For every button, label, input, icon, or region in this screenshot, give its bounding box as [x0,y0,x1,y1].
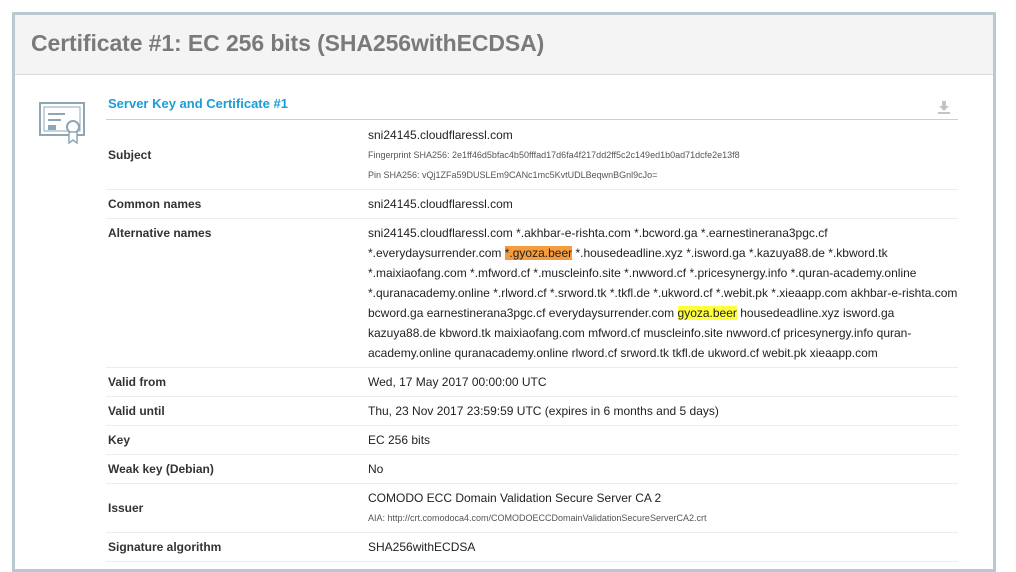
page-title: Certificate #1: EC 256 bits (SHA256withE… [15,15,993,57]
row-valid-from: Valid from Wed, 17 May 2017 00:00:00 UTC [106,368,958,397]
label-key: Key [106,426,368,455]
alternative-names-value: sni24145.cloudflaressl.com *.akhbar-e-ri… [368,219,958,368]
label-subject: Subject [106,121,368,190]
subject-fingerprint: Fingerprint SHA256: 2e1ff46d5bfac4b50fff… [368,145,958,165]
key-value: EC 256 bits [368,426,958,455]
label-valid-from: Valid from [106,368,368,397]
valid-until-value: Thu, 23 Nov 2017 23:59:59 UTC (expires i… [368,397,958,426]
issuer-aia: AIA: http://crt.comodoca4.com/COMODOECCD… [368,508,958,528]
row-issuer: Issuer COMODO ECC Domain Validation Secu… [106,484,958,533]
subject-value: sni24145.cloudflaressl.com [368,125,958,145]
row-subject: Subject sni24145.cloudflaressl.com Finge… [106,121,958,190]
label-alternative-names: Alternative names [106,219,368,368]
row-key: Key EC 256 bits [106,426,958,455]
row-extended-validation: Extended Validation No [106,562,958,572]
subject-pin: Pin SHA256: vQj1ZFa59DUSLEm9CANc1mc5KvtU… [368,165,958,185]
row-weak-key: Weak key (Debian) No [106,455,958,484]
label-issuer: Issuer [106,484,368,533]
weak-key-value: No [368,455,958,484]
valid-from-value: Wed, 17 May 2017 00:00:00 UTC [368,368,958,397]
alt-name-highlight-yellow: gyoza.beer [678,306,737,320]
alt-name-highlight-orange: *.gyoza.beer [505,246,572,260]
signature-algorithm-value: SHA256withECDSA [368,533,958,562]
label-weak-key: Weak key (Debian) [106,455,368,484]
common-names-value: sni24145.cloudflaressl.com [368,190,958,219]
report-panel: Certificate #1: EC 256 bits (SHA256withE… [12,12,996,572]
row-alternative-names: Alternative names sni24145.cloudflaressl… [106,219,958,368]
label-common-names: Common names [106,190,368,219]
section-title: Server Key and Certificate #1 [108,96,288,111]
row-valid-until: Valid until Thu, 23 Nov 2017 23:59:59 UT… [106,397,958,426]
issuer-value: COMODO ECC Domain Validation Secure Serv… [368,488,958,508]
section-divider [106,119,958,120]
row-common-names: Common names sni24145.cloudflaressl.com [106,190,958,219]
download-icon[interactable] [937,100,951,114]
label-valid-until: Valid until [106,397,368,426]
row-signature-algorithm: Signature algorithm SHA256withECDSA [106,533,958,562]
label-signature-algorithm: Signature algorithm [106,533,368,562]
panel-header: Certificate #1: EC 256 bits (SHA256withE… [15,15,993,75]
certificate-table: Subject sni24145.cloudflaressl.com Finge… [106,121,958,572]
label-extended-validation: Extended Validation [106,562,368,572]
extended-validation-value: No [368,562,958,572]
certificate-icon [39,100,85,146]
